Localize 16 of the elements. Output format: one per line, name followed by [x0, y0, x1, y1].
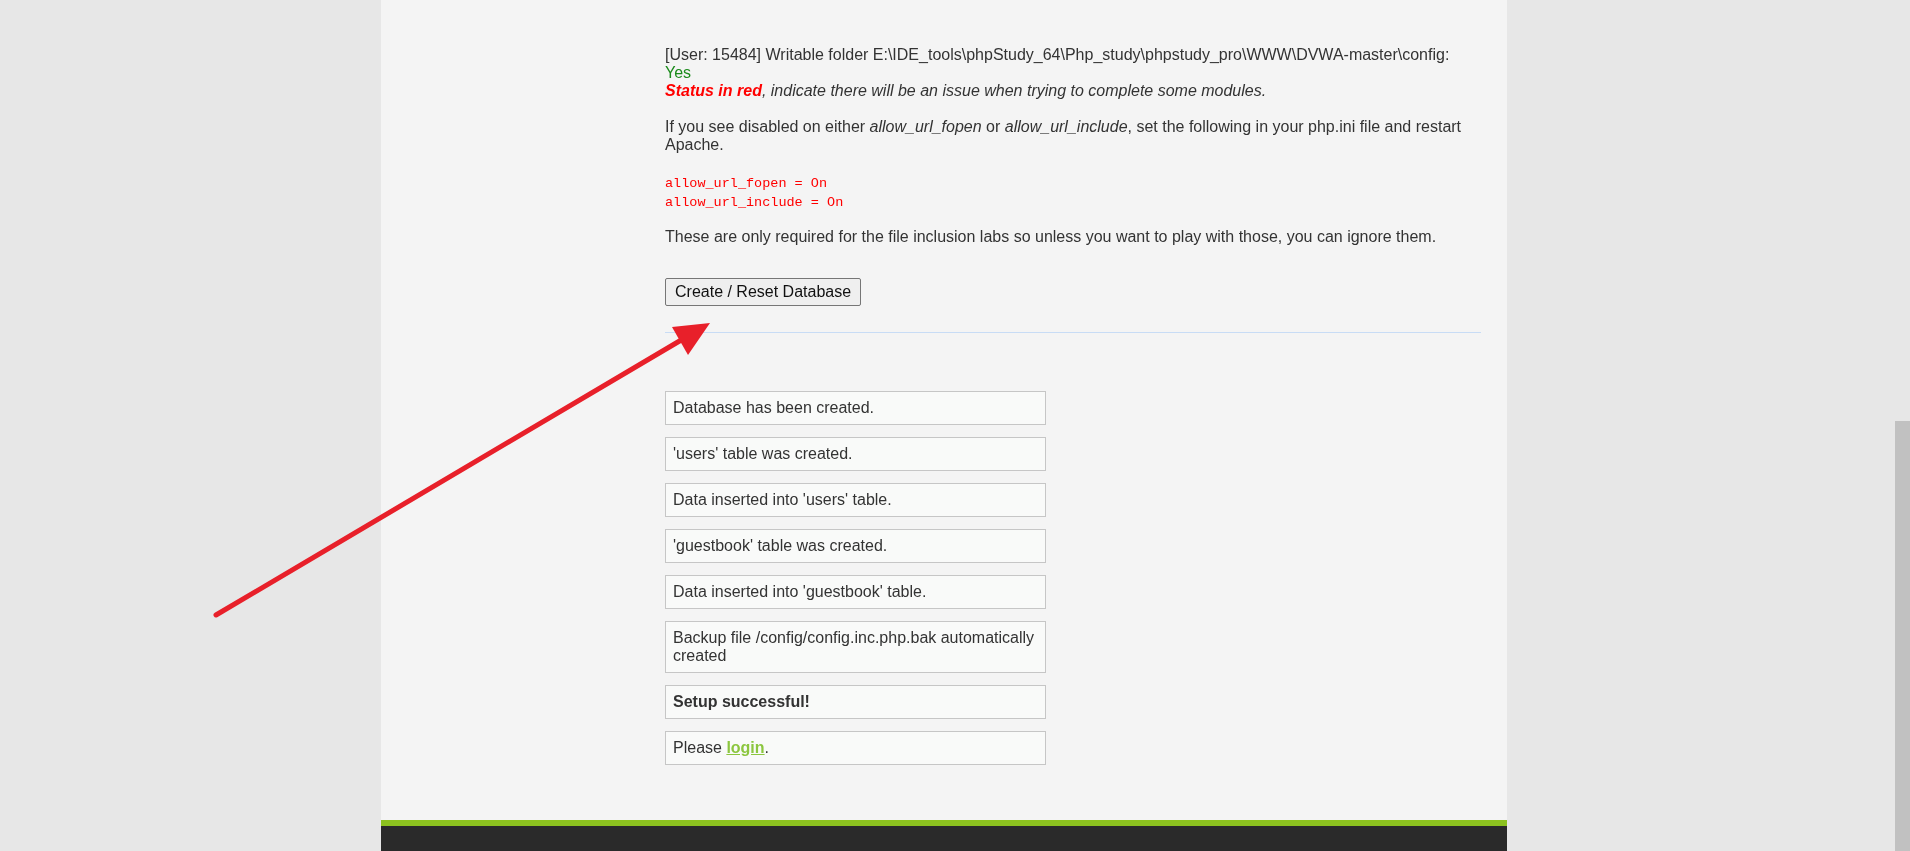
- config-line: allow_url_include = On: [665, 194, 845, 212]
- status-message: 'guestbook' table was created.: [665, 529, 1046, 563]
- message-text: Please: [673, 739, 723, 756]
- status-message: Data inserted into 'users' table.: [665, 483, 1046, 517]
- status-message: Backup file /config/config.inc.php.bak automatically created: [665, 621, 1046, 673]
- status-message: 'users' table was created.: [665, 437, 1046, 471]
- message-text: .: [764, 739, 770, 756]
- note-text: These are only required for the file inclusion labs so unless you want to play with those, you can ignore them.: [665, 228, 1438, 246]
- status-message: Database has been created.: [665, 391, 1046, 425]
- create-reset-database-button[interactable]: Create / Reset Database: [665, 278, 862, 306]
- success-message: Setup successful!: [665, 685, 1046, 719]
- status-message: Data inserted into 'guestbook' table.: [665, 575, 1046, 609]
- writable-folder-check: [User: 15484] Writable folder E:\IDE_tools\phpStudy_64\Php_study\phpstudy_pro\WWW\DVWA-master\config: Yes: [665, 46, 1451, 82]
- config-line: allow_url_fopen = On: [665, 175, 829, 193]
- instructions-text: If you see disabled on either allow_url_fopen or allow_url_include, set the following in your php.ini file and restart Apache.: [665, 118, 1463, 154]
- status-note: Status in red, indicate there will be an issue when trying to complete some modules.: [665, 82, 1268, 100]
